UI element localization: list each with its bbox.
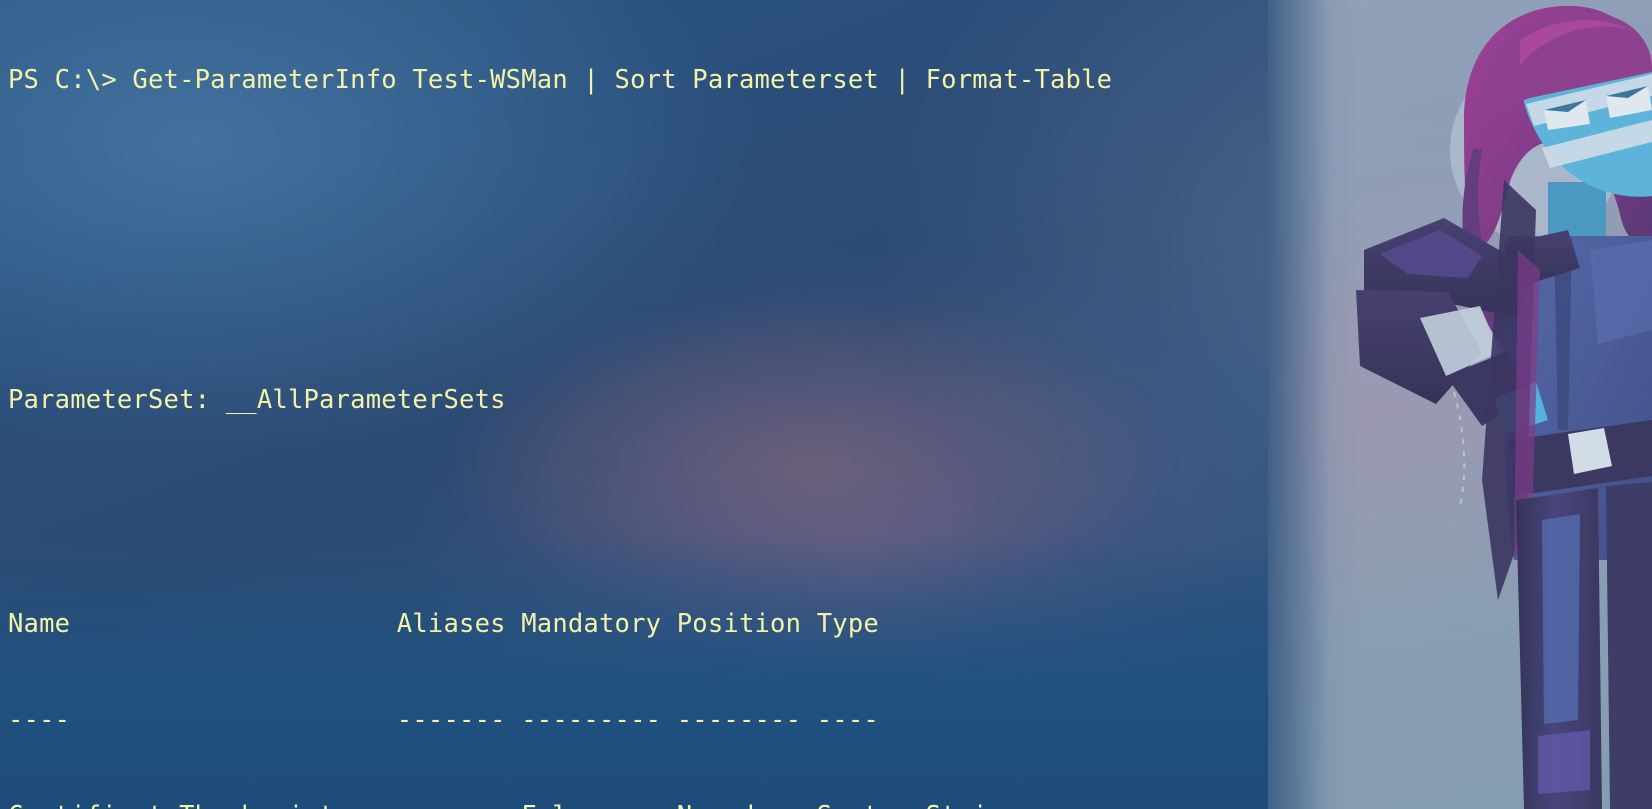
table-row: CertificateThumbprint False Named System… bbox=[0, 800, 1652, 809]
command-line: PS C:\> Get-ParameterInfo Test-WSMan | S… bbox=[8, 65, 1113, 95]
table-header-1: Name Aliases Mandatory Position Type bbox=[8, 609, 879, 639]
terminal-text-buffer[interactable]: PS C:\> Get-ParameterInfo Test-WSMan | S… bbox=[0, 0, 1652, 809]
parameterset-header-1: ParameterSet: __AllParameterSets bbox=[8, 385, 506, 415]
table-rule-1: ---- ------- --------- -------- ---- bbox=[8, 705, 879, 735]
powershell-terminal-window[interactable]: PS C:\> Get-ParameterInfo Test-WSMan | S… bbox=[0, 0, 1652, 809]
